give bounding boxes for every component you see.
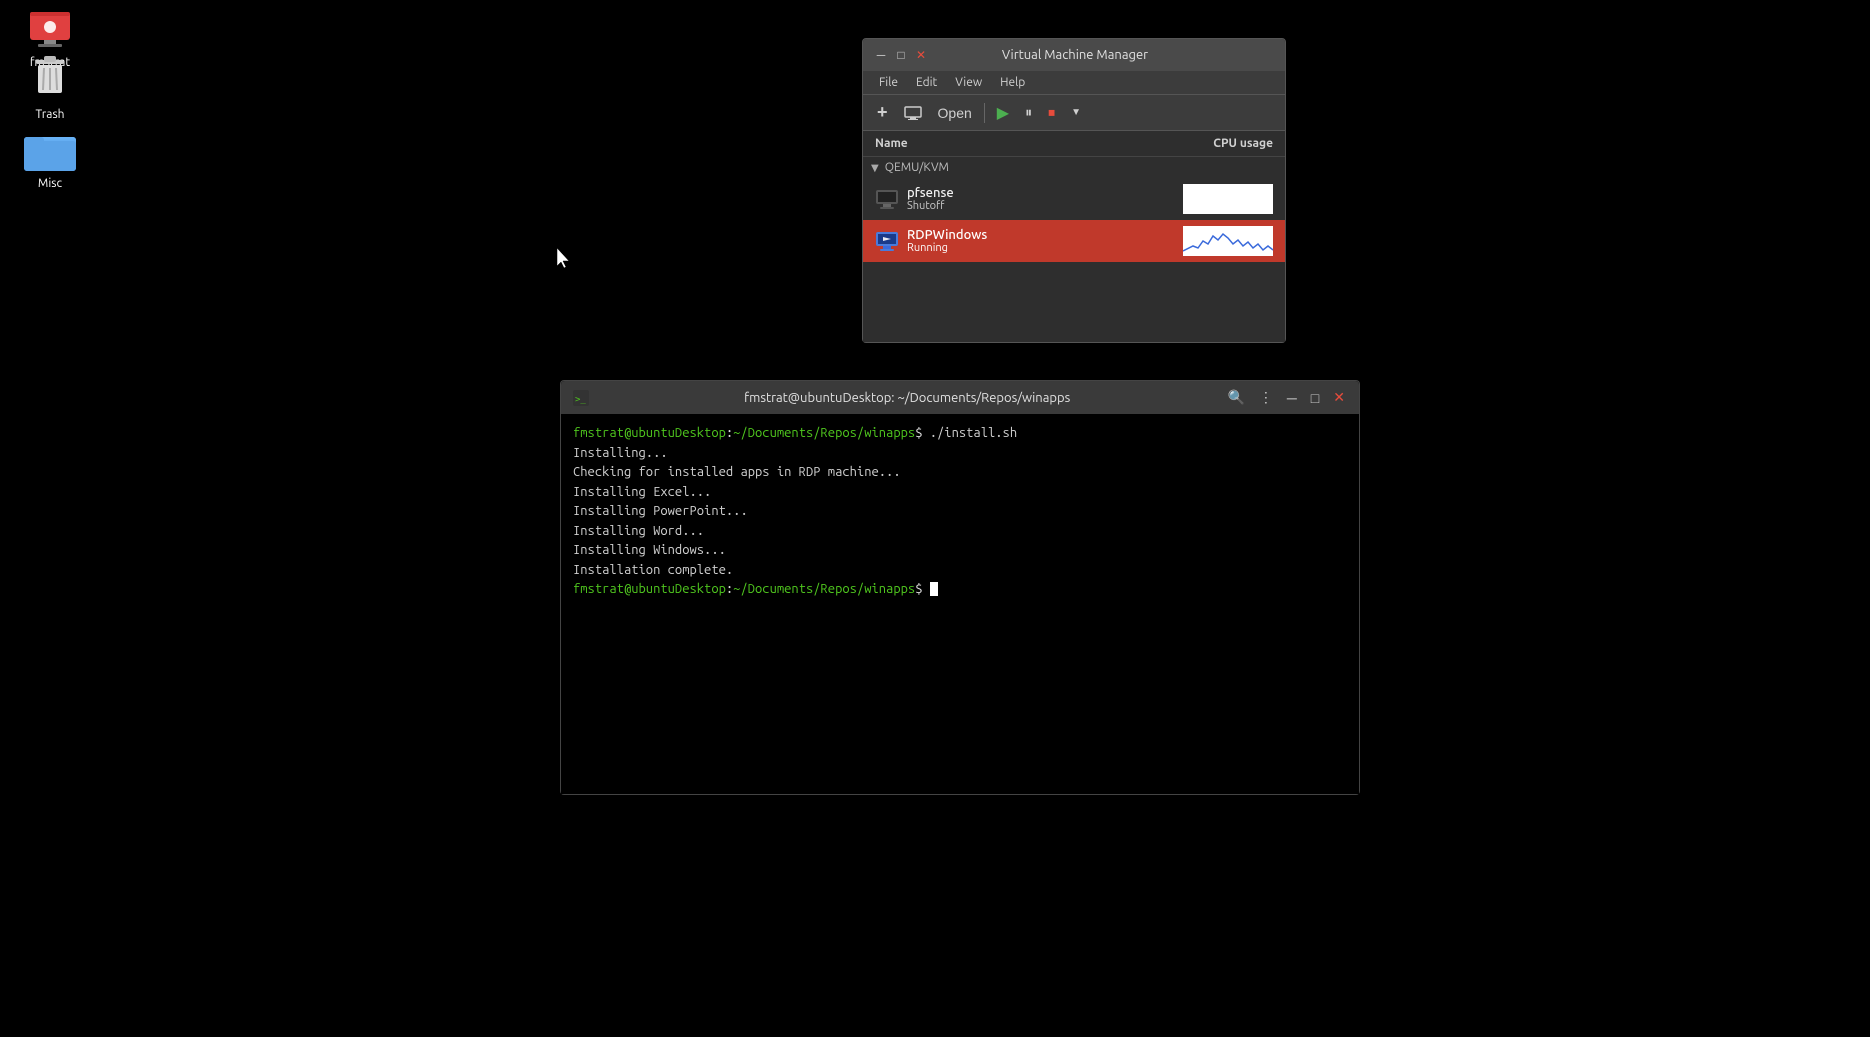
vmm-toolbar: + Open ▶ ⏸ ⏹ ▼ bbox=[863, 95, 1285, 131]
terminal-window-controls: 🔍 ⋮ ─ □ ✕ bbox=[1223, 387, 1349, 408]
vmm-col-cpu-header: CPU usage bbox=[1213, 137, 1273, 150]
vmm-col-name-header: Name bbox=[875, 137, 908, 150]
vmm-group-chevron: ▼ bbox=[871, 162, 879, 174]
vmm-add-button[interactable]: + bbox=[871, 99, 894, 126]
terminal-minimize-button[interactable]: ─ bbox=[1283, 388, 1301, 408]
desktop-icon-trash[interactable]: Trash bbox=[10, 48, 90, 125]
vmm-window-controls: ─ □ ✕ bbox=[873, 47, 929, 63]
terminal-final-prompt: fmstrat@ubuntuDesktop bbox=[573, 582, 726, 596]
vmm-content: Name CPU usage ▼ QEMU/KVM bbox=[863, 131, 1285, 342]
vmm-window-title: Virtual Machine Manager bbox=[929, 48, 1221, 62]
vmm-row-rdpwindows[interactable]: RDPWindows Running bbox=[863, 220, 1285, 262]
terminal-cursor bbox=[930, 582, 938, 596]
vmm-group-qemu: ▼ QEMU/KVM bbox=[863, 157, 1285, 178]
cpu-graph-rdpwindows bbox=[1183, 226, 1273, 256]
vm-details-rdpwindows: RDPWindows Running bbox=[907, 228, 987, 254]
vmm-play-button[interactable]: ▶ bbox=[991, 100, 1015, 126]
vm-icon-pfsense bbox=[875, 189, 899, 209]
vm-name-pfsense: pfsense bbox=[907, 186, 954, 200]
terminal-line-6: Installing Word... bbox=[573, 522, 1347, 542]
terminal-line-9: fmstrat@ubuntuDesktop:~/Documents/Repos/… bbox=[573, 580, 1347, 600]
terminal-window: >_ fmstrat@ubuntuDesktop: ~/Documents/Re… bbox=[560, 380, 1360, 795]
vm-status-pfsense: Shutoff bbox=[907, 200, 954, 212]
terminal-line-1: fmstrat@ubuntuDesktop:~/Documents/Repos/… bbox=[573, 424, 1347, 444]
desktop: fmstrat Trash bbox=[0, 0, 1870, 1037]
open-label: Open bbox=[938, 105, 972, 121]
terminal-search-button[interactable]: 🔍 bbox=[1223, 387, 1248, 408]
vmm-minimize-button[interactable]: ─ bbox=[873, 47, 889, 63]
toolbar-separator-1 bbox=[984, 103, 985, 123]
screen-icon bbox=[904, 106, 922, 120]
vmm-header-row: Name CPU usage bbox=[863, 131, 1285, 157]
vmm-pause-button[interactable]: ⏸ bbox=[1019, 101, 1038, 124]
vm-name-rdpwindows: RDPWindows bbox=[907, 228, 987, 242]
vmm-maximize-button[interactable]: □ bbox=[893, 47, 909, 63]
vmm-row-pfsense[interactable]: pfsense Shutoff bbox=[863, 178, 1285, 220]
terminal-titlebar: >_ fmstrat@ubuntuDesktop: ~/Documents/Re… bbox=[561, 381, 1359, 414]
vmm-vm-info-pfsense: pfsense Shutoff bbox=[875, 186, 954, 212]
vmm-dropdown-button[interactable]: ▼ bbox=[1065, 104, 1087, 121]
vm-icon-rdpwindows bbox=[875, 231, 899, 251]
vmm-window: ─ □ ✕ Virtual Machine Manager File Edit … bbox=[862, 38, 1286, 343]
vmm-menu-view[interactable]: View bbox=[947, 73, 990, 92]
trash-icon bbox=[26, 52, 74, 104]
vm-status-rdpwindows: Running bbox=[907, 242, 987, 254]
terminal-line-4: Installing Excel... bbox=[573, 483, 1347, 503]
trash-icon-label: Trash bbox=[35, 108, 64, 121]
vmm-close-button[interactable]: ✕ bbox=[913, 47, 929, 63]
mouse-cursor bbox=[557, 248, 569, 268]
terminal-icon: >_ bbox=[571, 388, 591, 408]
terminal-body[interactable]: fmstrat@ubuntuDesktop:~/Documents/Repos/… bbox=[561, 414, 1359, 794]
vmm-titlebar: ─ □ ✕ Virtual Machine Manager bbox=[863, 39, 1285, 71]
terminal-menu-button[interactable]: ⋮ bbox=[1255, 387, 1277, 408]
vmm-stop-button[interactable]: ⏹ bbox=[1042, 101, 1061, 124]
svg-text:>_: >_ bbox=[575, 395, 586, 405]
desktop-icon-misc[interactable]: Misc bbox=[10, 125, 90, 194]
terminal-line-5: Installing PowerPoint... bbox=[573, 502, 1347, 522]
vmm-group-label: QEMU/KVM bbox=[885, 161, 949, 174]
vmm-menu-edit[interactable]: Edit bbox=[908, 73, 945, 92]
terminal-line-7: Installing Windows... bbox=[573, 541, 1347, 561]
folder-icon bbox=[24, 129, 76, 173]
terminal-window-title: fmstrat@ubuntuDesktop: ~/Documents/Repos… bbox=[591, 391, 1223, 405]
terminal-line-2: Installing... bbox=[573, 444, 1347, 464]
terminal-line-3: Checking for installed apps in RDP machi… bbox=[573, 463, 1347, 483]
fmstrat-icon bbox=[26, 4, 74, 52]
vmm-open-button[interactable]: Open bbox=[932, 102, 978, 124]
vmm-vm-info-rdpwindows: RDPWindows Running bbox=[875, 228, 987, 254]
terminal-maximize-button[interactable]: □ bbox=[1307, 388, 1323, 408]
terminal-prompt-1: fmstrat@ubuntuDesktop bbox=[573, 426, 726, 440]
vmm-menu-help[interactable]: Help bbox=[992, 73, 1033, 92]
vmm-screen-button[interactable] bbox=[898, 103, 928, 123]
terminal-app-icon: >_ bbox=[572, 389, 590, 407]
vmm-menubar: File Edit View Help bbox=[863, 71, 1285, 95]
vmm-empty-area bbox=[863, 262, 1285, 342]
terminal-line-8: Installation complete. bbox=[573, 561, 1347, 581]
cpu-usage-pfsense bbox=[1183, 184, 1273, 214]
vmm-menu-file[interactable]: File bbox=[871, 73, 906, 92]
terminal-close-button[interactable]: ✕ bbox=[1329, 387, 1349, 408]
vm-details-pfsense: pfsense Shutoff bbox=[907, 186, 954, 212]
misc-icon-label: Misc bbox=[38, 177, 62, 190]
